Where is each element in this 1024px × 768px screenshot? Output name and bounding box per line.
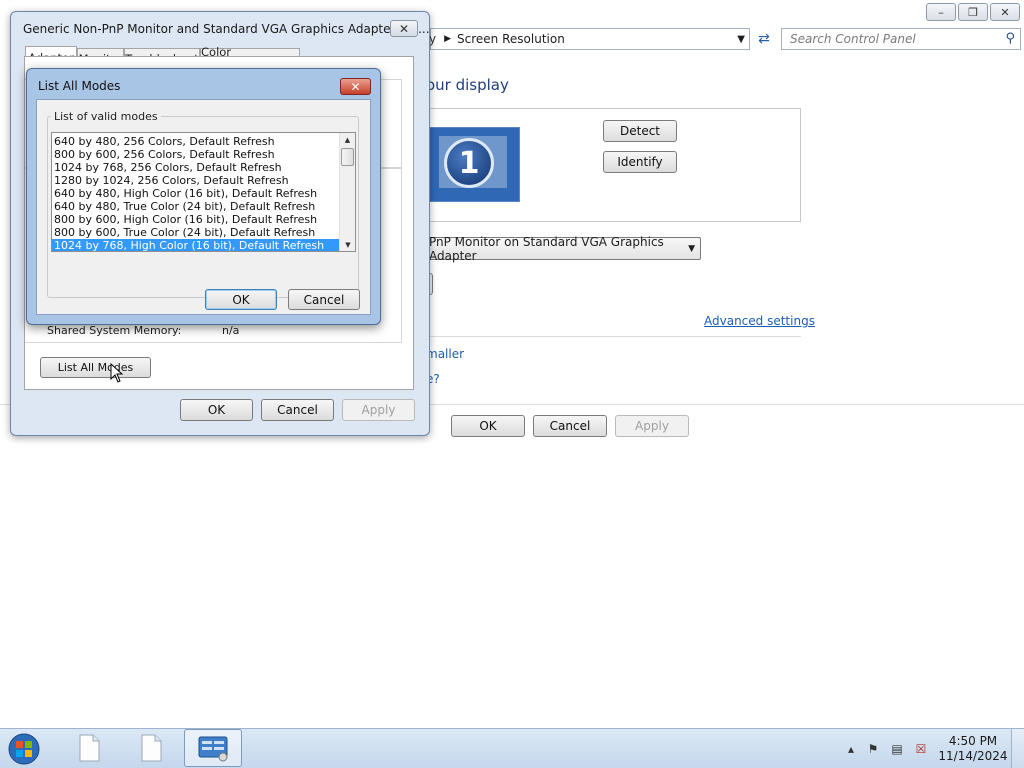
clock-date: 11/14/2024 bbox=[938, 749, 1008, 763]
mode-list-item[interactable]: 1024 by 768, High Color (16 bit), Defaul… bbox=[52, 239, 339, 251]
network-icon[interactable]: ▤ bbox=[890, 742, 904, 756]
props-ok-button[interactable]: OK bbox=[180, 399, 253, 421]
address-bar[interactable]: y ▶ Screen Resolution ▼ bbox=[429, 28, 750, 50]
list-all-modes-button[interactable]: List All Modes bbox=[40, 357, 151, 378]
show-hidden-icons-icon[interactable]: ▴ bbox=[844, 742, 858, 756]
mode-list-item[interactable]: 800 by 600, High Color (16 bit), Default… bbox=[52, 213, 339, 226]
scroll-thumb[interactable] bbox=[341, 148, 354, 166]
monitor-preview[interactable]: 1 bbox=[428, 127, 520, 202]
modes-close-button[interactable]: ✕ bbox=[340, 78, 371, 95]
props-apply-button[interactable]: Apply bbox=[342, 399, 415, 421]
modes-cancel-button[interactable]: Cancel bbox=[288, 289, 360, 310]
props-cancel-button[interactable]: Cancel bbox=[261, 399, 334, 421]
search-icon[interactable]: ⚲ bbox=[1005, 31, 1015, 46]
system-clock[interactable]: 4:50 PM 11/14/2024 bbox=[938, 734, 1008, 764]
document-icon bbox=[141, 734, 162, 762]
chevron-down-icon: ▼ bbox=[688, 243, 695, 254]
taskbar-item-document-1[interactable] bbox=[60, 729, 118, 767]
monitor-number-badge: 1 bbox=[444, 138, 494, 188]
show-desktop-button[interactable] bbox=[1011, 729, 1024, 768]
properties-close-button[interactable]: ✕ bbox=[390, 20, 418, 37]
minimize-button[interactable]: – bbox=[926, 3, 956, 21]
control-panel-icon bbox=[198, 736, 228, 762]
footer-divider bbox=[430, 404, 1024, 405]
modes-scrollbar[interactable]: ▲ ▼ bbox=[339, 133, 355, 251]
detect-button[interactable]: Detect bbox=[603, 120, 677, 142]
taskbar-item-document-2[interactable] bbox=[122, 729, 180, 767]
clock-time: 4:50 PM bbox=[948, 734, 998, 748]
start-button[interactable] bbox=[6, 733, 42, 765]
mode-list-item[interactable]: 640 by 480, 256 Colors, Default Refresh bbox=[52, 135, 339, 148]
modes-dialog-title: List All Modes bbox=[38, 79, 121, 93]
cp-apply-button[interactable]: Apply bbox=[615, 415, 689, 437]
modes-listbox[interactable]: 640 by 480, 256 Colors, Default Refresh 8… bbox=[51, 132, 356, 252]
cp-cancel-button[interactable]: Cancel bbox=[533, 415, 607, 437]
close-icon: ✕ bbox=[1000, 5, 1010, 19]
search-input[interactable]: Search Control Panel ⚲ bbox=[781, 28, 1021, 50]
modes-ok-button[interactable]: OK bbox=[205, 289, 277, 310]
shared-memory-label: Shared System Memory: bbox=[47, 324, 182, 337]
mode-list-item[interactable]: 640 by 480, True Color (24 bit), Default… bbox=[52, 200, 339, 213]
identify-button[interactable]: Identify bbox=[603, 151, 677, 173]
list-all-modes-dialog: List All Modes ✕ List of valid modes 640… bbox=[26, 68, 381, 325]
restore-icon: ❐ bbox=[968, 5, 978, 19]
mode-list-item[interactable]: 1024 by 768, 256 Colors, Default Refresh bbox=[52, 161, 339, 174]
scroll-up-icon[interactable]: ▲ bbox=[340, 133, 355, 146]
close-icon: ✕ bbox=[398, 21, 410, 36]
properties-dialog-title: Generic Non-PnP Monitor and Standard VGA… bbox=[23, 22, 430, 36]
action-center-flag-icon[interactable]: ⚑ bbox=[866, 742, 880, 756]
refresh-button[interactable]: ⇄ bbox=[753, 29, 775, 49]
address-dropdown-icon[interactable]: ▼ bbox=[737, 34, 745, 45]
breadcrumb-fragment[interactable]: y bbox=[429, 32, 436, 46]
modes-dialog-body: List of valid modes 640 by 480, 256 Colo… bbox=[36, 99, 371, 315]
scroll-down-icon[interactable]: ▼ bbox=[340, 238, 355, 251]
mode-list-item[interactable]: 800 by 600, True Color (24 bit), Default… bbox=[52, 226, 339, 239]
document-icon bbox=[79, 734, 100, 762]
refresh-icon: ⇄ bbox=[758, 31, 770, 47]
close-window-button[interactable]: ✕ bbox=[990, 3, 1020, 21]
windows-logo-icon bbox=[8, 733, 40, 765]
breadcrumb-current[interactable]: Screen Resolution bbox=[457, 32, 565, 46]
text-size-link[interactable]: maller bbox=[426, 347, 464, 361]
mode-list-item[interactable]: 1280 by 1024, 256 Colors, Default Refres… bbox=[52, 174, 339, 187]
display-select-value: PnP Monitor on Standard VGA Graphics Ada… bbox=[429, 234, 664, 263]
cp-ok-button[interactable]: OK bbox=[451, 415, 525, 437]
display-select[interactable]: PnP Monitor on Standard VGA Graphics Ada… bbox=[426, 234, 701, 263]
breadcrumb-separator-icon: ▶ bbox=[444, 34, 452, 44]
close-icon: ✕ bbox=[350, 79, 361, 94]
volume-muted-icon[interactable]: ☒ bbox=[914, 742, 928, 756]
page-title: our display bbox=[426, 76, 509, 94]
mode-list-item[interactable]: 640 by 480, High Color (16 bit), Default… bbox=[52, 187, 339, 200]
advanced-settings-link[interactable]: Advanced settings bbox=[704, 314, 815, 328]
maximize-button[interactable]: ❐ bbox=[958, 3, 988, 21]
taskbar-item-control-panel[interactable] bbox=[184, 729, 242, 767]
mode-list-item[interactable]: 800 by 600, 256 Colors, Default Refresh bbox=[52, 148, 339, 161]
divider bbox=[428, 336, 801, 337]
search-placeholder: Search Control Panel bbox=[790, 32, 916, 46]
divider-left bbox=[0, 404, 10, 405]
valid-modes-group-label: List of valid modes bbox=[51, 110, 161, 123]
shared-memory-value: n/a bbox=[222, 324, 240, 337]
mouse-cursor bbox=[110, 362, 124, 383]
minimize-icon: – bbox=[938, 5, 944, 19]
